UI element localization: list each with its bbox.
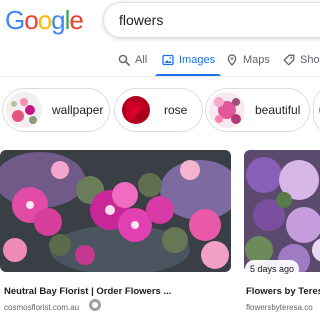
image-icon xyxy=(162,54,174,66)
chip-label: rose xyxy=(164,103,188,117)
tab-maps[interactable]: Maps xyxy=(226,44,270,76)
tab-all[interactable]: All xyxy=(118,44,147,76)
result-site[interactable]: cosmosflorist.com.au xyxy=(4,303,79,312)
search-input[interactable] xyxy=(119,3,319,37)
search-icon xyxy=(118,54,130,66)
tabs-divider xyxy=(0,76,320,77)
google-logo[interactable]: Google xyxy=(5,5,84,35)
logo-letter: o xyxy=(24,5,39,35)
result-image[interactable] xyxy=(0,150,231,272)
map-pin-icon xyxy=(227,54,237,66)
chip-label: beautiful xyxy=(255,103,301,117)
chip-thumbnail xyxy=(118,92,154,128)
chip-more[interactable] xyxy=(313,88,320,132)
search-tabs: All Images Maps Shop xyxy=(0,44,320,77)
result-title[interactable]: Neutral Bay Florist | Order Flowers ... xyxy=(4,286,171,297)
tab-shopping[interactable]: Shop xyxy=(283,44,320,76)
google-images-page: Google All Images Maps xyxy=(0,0,320,320)
search-box[interactable] xyxy=(103,2,320,38)
tag-icon xyxy=(283,54,295,66)
site-favicon-icon xyxy=(89,299,101,311)
tab-label: Images xyxy=(179,54,216,66)
logo-letter: g xyxy=(51,5,66,35)
result-image[interactable] xyxy=(244,150,320,272)
logo-letter: o xyxy=(37,5,53,35)
logo-letter: e xyxy=(69,5,84,35)
tab-label: All xyxy=(135,54,148,66)
chip-label: wallpaper xyxy=(52,103,104,117)
tab-label: Shop xyxy=(300,54,320,66)
tab-label: Maps xyxy=(243,54,270,66)
chip-beautiful[interactable]: beautiful xyxy=(205,88,310,132)
logo-letter: G xyxy=(5,5,25,35)
chip-thumbnail xyxy=(6,92,42,128)
chip-rose[interactable]: rose xyxy=(114,88,203,132)
result-title[interactable]: Flowers by Teresa xyxy=(246,286,320,297)
chip-wallpaper[interactable]: wallpaper xyxy=(2,88,110,132)
result-site[interactable]: flowersbyteresa.co xyxy=(246,303,313,312)
time-badge: 5 days ago xyxy=(245,260,300,278)
chip-thumbnail xyxy=(209,92,245,128)
tab-images[interactable]: Images xyxy=(162,44,215,76)
